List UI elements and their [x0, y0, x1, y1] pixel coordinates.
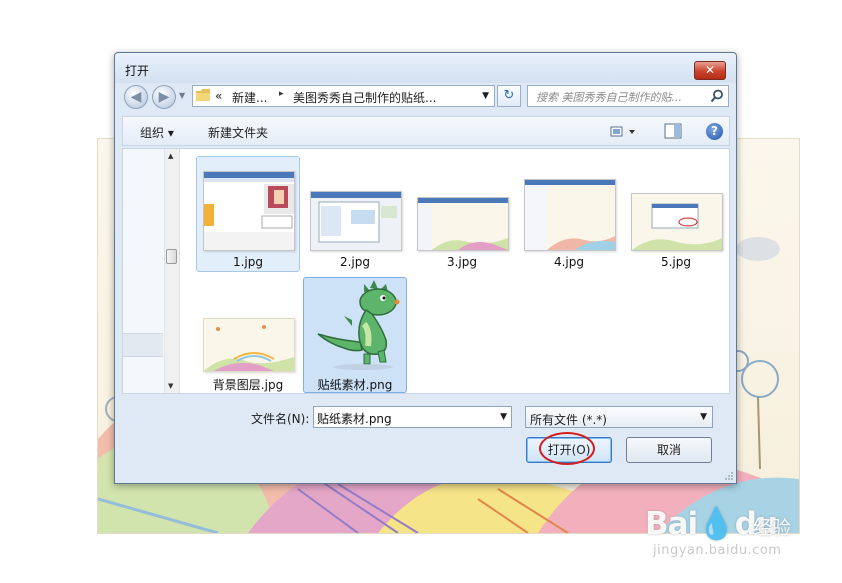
thumbnail-image: [524, 179, 616, 251]
file-type-dropdown-icon[interactable]: ▼: [700, 412, 707, 422]
breadcrumb-segment[interactable]: 新建...: [232, 89, 267, 106]
scroll-down-arrow-icon[interactable]: ▼: [168, 382, 173, 390]
refresh-button[interactable]: ↻: [497, 85, 521, 107]
file-item[interactable]: 1.jpg: [196, 156, 300, 272]
arrow-left-icon: ◀: [130, 89, 142, 105]
forward-button[interactable]: ▶: [152, 85, 176, 109]
address-overflow-chevron[interactable]: «: [215, 89, 222, 103]
scroll-up-arrow-icon[interactable]: ▲: [168, 152, 173, 160]
watermark-jingyan: 经验: [753, 517, 792, 539]
watermark-url: jingyan.baidu.com: [653, 543, 782, 558]
thumbnail-image: [203, 318, 295, 372]
recent-locations-dropdown[interactable]: ▼: [179, 91, 185, 100]
address-dropdown-icon[interactable]: ▼: [482, 91, 489, 101]
refresh-icon: ↻: [503, 88, 515, 103]
file-name: 5.jpg: [660, 255, 692, 269]
thumbnail-image: [631, 193, 723, 251]
open-file-dialog: 打开 ✕ ◀ ▶ ▼ « 新建... ▸ 美图秀秀自己制作的贴纸... ▼ ↻ …: [114, 52, 737, 484]
search-icon[interactable]: [710, 89, 724, 103]
file-type-select[interactable]: 所有文件 (*.*) ▼: [525, 406, 713, 428]
preview-pane-icon[interactable]: [664, 123, 682, 139]
organize-menu-button[interactable]: 组织 ▾: [140, 124, 174, 141]
thumbnail-image: [203, 171, 295, 251]
thumbnail-image: [417, 197, 509, 251]
scroll-thumb[interactable]: [166, 249, 177, 264]
folder-icon: [196, 89, 210, 101]
navigation-scrollbar[interactable]: ▲ ▼: [165, 149, 180, 393]
back-button[interactable]: ◀: [124, 85, 148, 109]
command-toolbar: 组织 ▾ 新建文件夹 ?: [122, 116, 730, 146]
arrow-right-icon: ▶: [158, 89, 170, 105]
cancel-button[interactable]: 取消: [626, 437, 712, 463]
file-item[interactable]: 4.jpg: [517, 156, 621, 272]
open-button[interactable]: 打开(O): [526, 437, 612, 463]
thumbnail-image: [310, 191, 402, 251]
breadcrumb-segment-current[interactable]: 美图秀秀自己制作的贴纸...: [293, 89, 436, 106]
file-name: 1.jpg: [232, 255, 264, 269]
file-item-selected[interactable]: 贴纸素材.png: [303, 277, 407, 393]
file-item[interactable]: 5.jpg: [624, 156, 728, 272]
filename-dropdown-icon[interactable]: ▼: [500, 412, 507, 422]
baidu-jingyan-watermark: Bai💧du 经验 jingyan.baidu.com: [645, 505, 805, 563]
file-list-area[interactable]: ▲ ▼ 1.jpg 2.jpg 3.jpg 4.jpg 5.jpg 背景图层.j…: [122, 148, 730, 394]
search-box[interactable]: [527, 85, 729, 108]
address-bar[interactable]: « 新建... ▸ 美图秀秀自己制作的贴纸... ▼: [192, 85, 495, 107]
file-name: 背景图层.jpg: [212, 378, 284, 392]
filename-combobox[interactable]: ▼: [313, 406, 512, 429]
file-name: 2.jpg: [339, 255, 371, 269]
help-button[interactable]: ?: [706, 123, 723, 140]
title-bar[interactable]: 打开 ✕: [115, 53, 736, 83]
change-view-icon[interactable]: [610, 124, 638, 140]
file-name: 贴纸素材.png: [317, 378, 393, 392]
file-item[interactable]: 2.jpg: [303, 156, 407, 272]
navigation-pane[interactable]: [123, 149, 165, 393]
breadcrumb-separator-icon[interactable]: ▸: [279, 89, 284, 99]
close-button[interactable]: ✕: [694, 61, 726, 80]
search-input[interactable]: [528, 86, 714, 108]
close-icon: ✕: [704, 63, 716, 77]
file-name: 4.jpg: [553, 255, 585, 269]
file-item[interactable]: 背景图层.jpg: [196, 277, 300, 393]
file-item[interactable]: 3.jpg: [410, 156, 514, 272]
file-name: 3.jpg: [446, 255, 478, 269]
dialog-title: 打开: [125, 64, 150, 78]
new-folder-button[interactable]: 新建文件夹: [208, 124, 268, 141]
filename-label: 文件名(N):: [251, 412, 310, 426]
file-type-value: 所有文件 (*.*): [530, 413, 607, 427]
filename-input[interactable]: [314, 407, 497, 429]
dragon-sticker-thumbnail: [317, 280, 400, 370]
resize-grip-icon[interactable]: [724, 471, 734, 481]
help-icon: ?: [711, 124, 718, 138]
navigation-pane-item[interactable]: [123, 333, 163, 357]
